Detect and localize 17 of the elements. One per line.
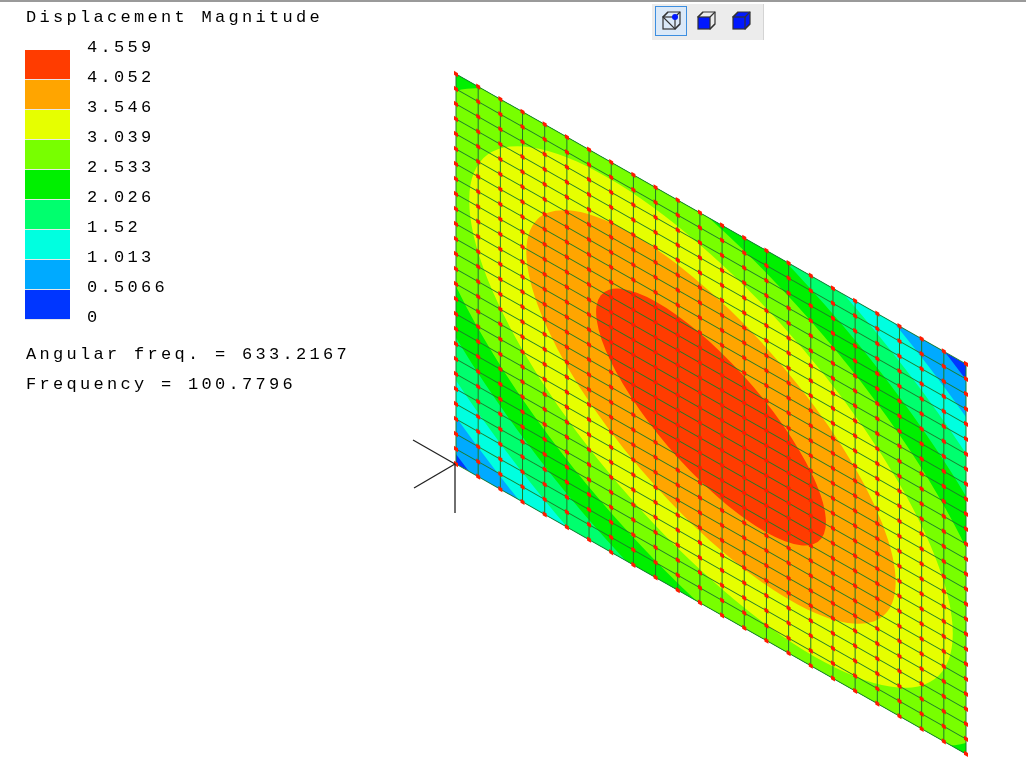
legend-value: 2.533 [87,157,156,179]
legend-value: 4.052 [87,67,156,89]
wireframe-cube-icon [660,10,682,32]
legend-value: 2.026 [87,187,156,209]
view-mode-button[interactable] [655,6,687,36]
legend-title: Displacement Magnitude [26,7,325,29]
legend-value: 1.013 [87,247,156,269]
legend-value: 4.559 [87,37,156,59]
legend-value: 3.546 [87,97,156,119]
legend-value: 1.52 [87,217,142,239]
legend-value: 0 [87,307,102,329]
frequency-info-text: Frequency = 100.7796 [26,374,298,396]
solid-cube-icon [730,10,752,32]
frequency-info-text: Angular freq. = 633.2167 [26,344,352,366]
legend-value: 3.039 [87,127,156,149]
legend-value: 0.5066 [87,277,168,299]
cube-face-icon [695,10,717,32]
